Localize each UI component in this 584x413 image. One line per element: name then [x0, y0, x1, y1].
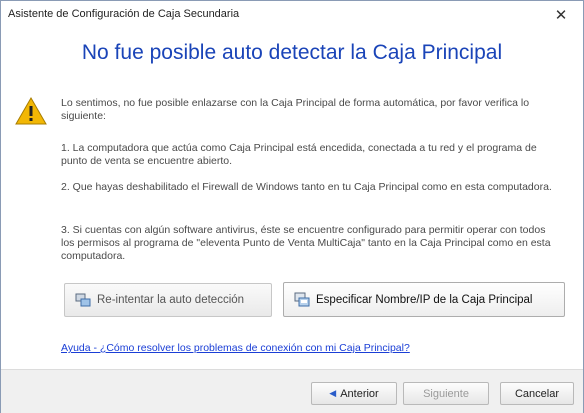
specify-host-label: Especificar Nombre/IP de la Caja Princip… [316, 293, 533, 306]
warning-icon [15, 97, 47, 125]
title-bar: Asistente de Configuración de Caja Secun… [1, 1, 583, 29]
previous-button[interactable]: ◀ Anterior [311, 382, 397, 405]
instruction-item-2: 2. Que hayas deshabilitado el Firewall d… [61, 181, 552, 193]
retry-autodetect-label: Re-intentar la auto detección [97, 294, 245, 306]
network-refresh-icon [75, 293, 91, 307]
help-link[interactable]: Ayuda - ¿Cómo resolver los problemas de … [61, 342, 410, 354]
retry-autodetect-button[interactable]: Re-intentar la auto detección [64, 283, 272, 317]
page-title: No fue posible auto detectar la Caja Pri… [81, 41, 503, 64]
instruction-item-1: 1. La computadora que actúa como Caja Pr… [61, 142, 537, 167]
close-icon[interactable]: ✕ [539, 1, 583, 29]
next-label: Siguiente [423, 387, 469, 400]
arrow-left-icon: ◀ [329, 388, 337, 398]
instruction-item-3: 3. Si cuentas con algún software antivir… [61, 224, 551, 262]
wizard-footer: ◀ Anterior Siguiente Cancelar [1, 369, 583, 413]
window-title: Asistente de Configuración de Caja Secun… [8, 8, 240, 20]
intro-text: Lo sentimos, no fue posible enlazarse co… [61, 97, 530, 122]
cancel-button[interactable]: Cancelar [500, 382, 574, 405]
cancel-label: Cancelar [514, 387, 560, 400]
computer-network-icon [294, 292, 310, 306]
next-button[interactable]: Siguiente [403, 382, 489, 405]
specify-host-button[interactable]: Especificar Nombre/IP de la Caja Princip… [283, 282, 565, 317]
setup-wizard-window: Asistente de Configuración de Caja Secun… [0, 0, 584, 413]
previous-label: Anterior [340, 387, 379, 400]
